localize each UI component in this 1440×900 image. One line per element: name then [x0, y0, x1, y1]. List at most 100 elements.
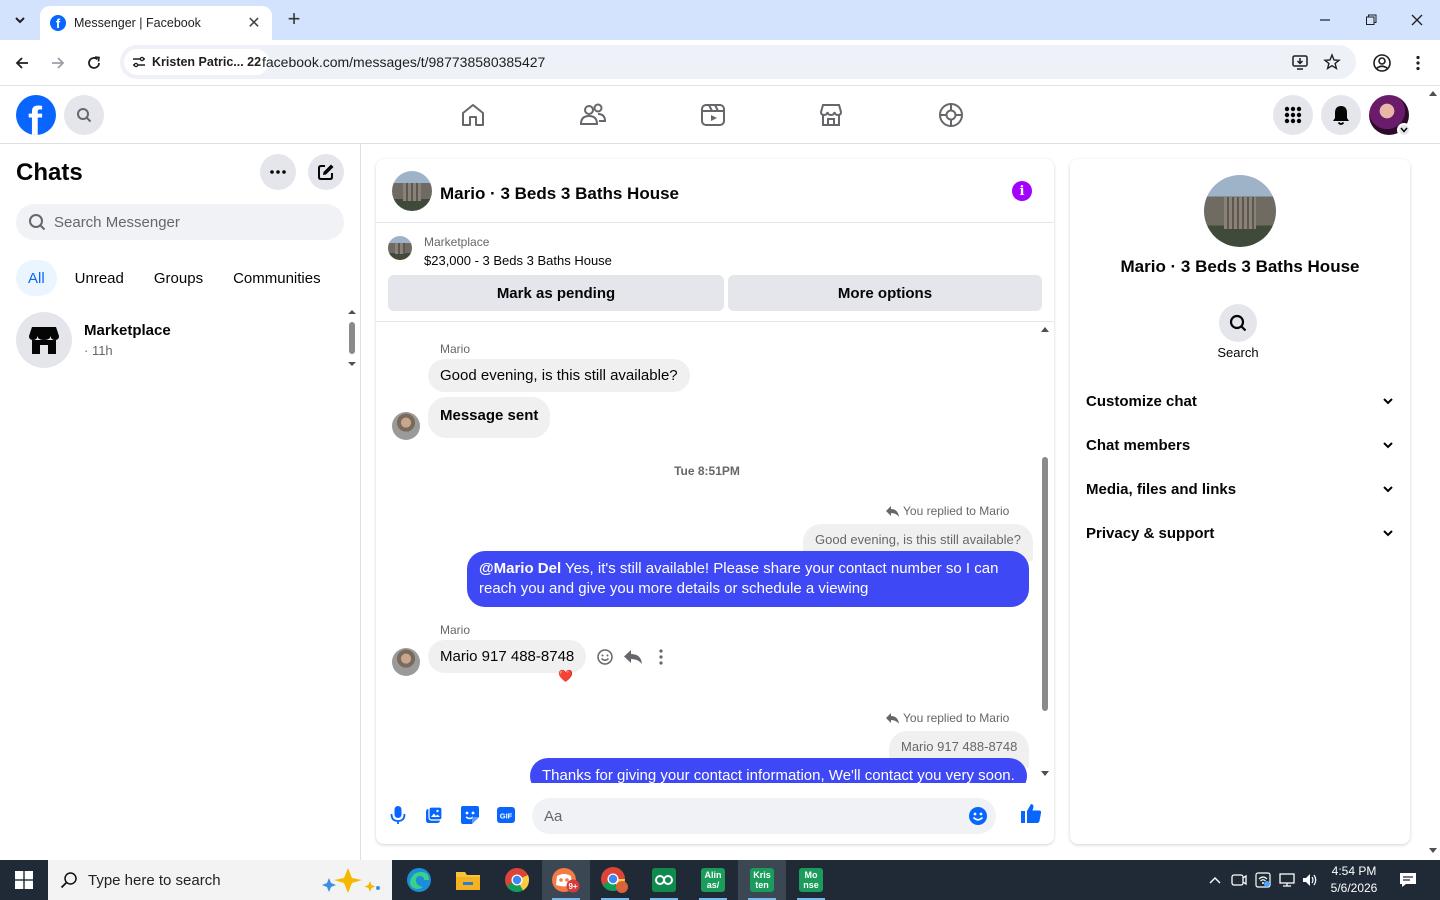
bookmark-star-icon[interactable] [1322, 52, 1342, 72]
message-input-field[interactable] [532, 798, 996, 834]
notifications-button[interactable] [1321, 95, 1361, 135]
like-thumb-icon[interactable] [1020, 802, 1042, 824]
sticker-icon[interactable] [459, 804, 481, 826]
page-scrollbar[interactable] [1426, 88, 1440, 858]
app-tile-kristen[interactable]: Kris ten [738, 860, 786, 900]
chat-details-panel: Mario · 3 Beds 3 Baths House Search Cust… [1070, 159, 1410, 844]
address-bar[interactable]: Kristen Patric... 22 facebook.com/messag… [120, 45, 1356, 79]
app-tile-monse[interactable]: Mo nse [787, 860, 835, 900]
mario-avatar[interactable] [392, 412, 420, 440]
minimize-button[interactable] [1302, 0, 1348, 40]
gif-icon[interactable]: GIF [495, 804, 517, 826]
tab-search-button[interactable] [8, 8, 32, 32]
search-icon [1229, 314, 1247, 332]
nav-video[interactable] [698, 100, 728, 130]
profile-button[interactable] [1369, 50, 1395, 76]
outgoing-message[interactable]: Thanks for giving your contact informati… [530, 758, 1027, 783]
restore-button[interactable] [1348, 0, 1394, 40]
search-messenger-input[interactable] [54, 213, 334, 231]
mention-tag[interactable]: @Mario Del [479, 560, 561, 577]
filter-groups[interactable]: Groups [142, 260, 215, 296]
nav-home[interactable] [458, 100, 488, 130]
reply-icon [886, 505, 899, 517]
search-messenger-field[interactable] [16, 204, 344, 240]
nav-gaming[interactable] [936, 100, 966, 130]
chevron-down-icon [1383, 530, 1393, 537]
network-icon[interactable] [1276, 860, 1298, 900]
heart-reaction[interactable]: ❤️ [558, 669, 573, 683]
message-composer: GIF [376, 790, 1054, 838]
nav-marketplace[interactable] [816, 100, 846, 130]
meet-now-icon[interactable] [1228, 860, 1250, 900]
attach-photo-icon[interactable] [423, 804, 445, 826]
chats-title: Chats [16, 159, 83, 186]
filter-all[interactable]: All [16, 260, 57, 296]
section-customize-chat[interactable]: Customize chat [1078, 381, 1402, 421]
section-media-files-links[interactable]: Media, files and links [1078, 469, 1402, 509]
system-clock[interactable]: 4:54 PM 5/6/2026 [1318, 863, 1390, 897]
conversation-header: Mario · 3 Beds 3 Baths House i [376, 159, 1054, 223]
site-info-chip[interactable]: Kristen Patric... 22 [124, 49, 270, 75]
taskbar-search-input[interactable] [88, 871, 308, 889]
more-vertical-icon[interactable] [652, 648, 670, 666]
account-avatar[interactable] [1369, 95, 1411, 137]
reply-icon[interactable] [624, 649, 642, 665]
conversation-item-marketplace[interactable]: Marketplace · 11h [8, 304, 338, 376]
notification-center-icon[interactable] [1394, 860, 1422, 900]
new-message-button[interactable] [308, 154, 344, 190]
forward-button[interactable] [45, 50, 71, 76]
nav-friends[interactable] [578, 100, 608, 130]
back-button[interactable] [9, 50, 35, 76]
info-icon[interactable]: i [1012, 181, 1032, 201]
chat-options-button[interactable] [260, 154, 296, 190]
clock-time: 4:54 PM [1331, 864, 1377, 878]
section-chat-members[interactable]: Chat members [1078, 425, 1402, 465]
more-options-button[interactable]: More options [728, 275, 1042, 311]
url-text[interactable]: facebook.com/messages/t/987738580385427 [262, 54, 545, 70]
chat-scrollbar[interactable] [1040, 325, 1050, 779]
new-tab-button[interactable]: + [282, 8, 306, 32]
start-button[interactable] [0, 860, 48, 900]
menu-grid-button[interactable] [1273, 95, 1313, 135]
listing-thumbnail[interactable] [392, 171, 432, 211]
wifi-status-icon[interactable] [1252, 860, 1274, 900]
video-icon [701, 104, 725, 126]
react-emoji-icon[interactable] [596, 648, 614, 666]
chrome-profile-icon[interactable] [591, 860, 639, 900]
voice-clip-icon[interactable] [387, 804, 409, 826]
app-tile-alinas[interactable]: Alin as/ [689, 860, 737, 900]
chevron-down-icon [1383, 442, 1393, 449]
file-explorer-icon[interactable] [444, 860, 492, 900]
discord-icon[interactable]: 9+ [542, 860, 590, 900]
sender-name: Mario [440, 342, 471, 356]
search-in-conversation-button[interactable] [1219, 304, 1257, 342]
listing-photo[interactable] [1204, 175, 1276, 247]
section-privacy-support[interactable]: Privacy & support [1078, 513, 1402, 553]
browser-tab-messenger[interactable]: f Messenger | Facebook ✕ [40, 6, 272, 40]
incoming-message[interactable]: Good evening, is this still available? [428, 359, 690, 392]
emoji-icon[interactable] [968, 806, 988, 826]
filter-communities[interactable]: Communities [221, 260, 333, 296]
mark-as-pending-button[interactable]: Mark as pending [388, 275, 724, 311]
incoming-message[interactable]: Message sent [428, 397, 551, 438]
close-tab-icon[interactable]: ✕ [246, 13, 262, 33]
listing-thumbnail-small[interactable] [388, 236, 412, 260]
filter-unread[interactable]: Unread [63, 260, 136, 296]
edge-icon[interactable] [395, 860, 443, 900]
sidebar-scrollbar[interactable] [346, 306, 358, 370]
close-window-button[interactable] [1394, 0, 1440, 40]
outgoing-message[interactable]: @Mario Del Yes, it's still available! Pl… [467, 551, 1029, 607]
reload-button[interactable] [81, 50, 107, 76]
show-hidden-icons[interactable] [1204, 860, 1226, 900]
app-oo-icon[interactable] [640, 860, 688, 900]
browser-menu-button[interactable] [1405, 50, 1431, 76]
chrome-icon[interactable] [493, 860, 541, 900]
taskbar-search-box[interactable] [48, 860, 392, 900]
mario-avatar[interactable] [392, 648, 420, 676]
listing-title[interactable]: $23,000 - 3 Beds 3 Baths House [424, 253, 612, 268]
install-app-icon[interactable] [1290, 52, 1310, 72]
facebook-logo-icon[interactable]: f [16, 95, 56, 135]
facebook-search-button[interactable] [64, 95, 104, 135]
message-input[interactable] [544, 807, 944, 825]
conversation-title[interactable]: Mario · 3 Beds 3 Baths House [440, 184, 679, 204]
